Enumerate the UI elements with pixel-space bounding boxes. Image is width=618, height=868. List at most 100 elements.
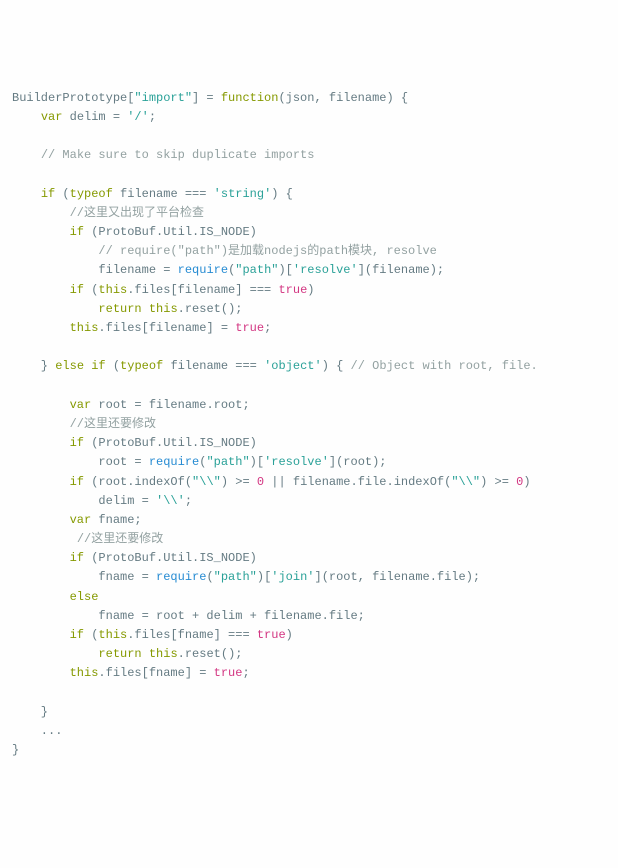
code-token: .files[fname] =: [98, 666, 213, 680]
code-token: ;: [242, 666, 249, 680]
code-token: [12, 283, 70, 297]
code-token: else: [70, 590, 99, 604]
code-token: [12, 302, 98, 316]
code-token: ;: [264, 321, 271, 335]
code-token: .files[filename] =: [98, 321, 235, 335]
code-token: [12, 666, 70, 680]
code-token: [12, 206, 70, 220]
code-token: ): [286, 628, 293, 642]
code-token: ](root, filename.file);: [315, 570, 481, 584]
code-token: //这里还要修改: [70, 417, 156, 431]
code-token: [12, 321, 70, 335]
code-token: if: [70, 225, 84, 239]
code-token: if: [70, 436, 84, 450]
code-token: ) >=: [221, 475, 257, 489]
code-token: [12, 417, 70, 431]
code-token: [12, 398, 70, 412]
code-token: ...: [12, 724, 62, 738]
code-token: "import": [134, 91, 192, 105]
code-token: 'resolve': [264, 455, 329, 469]
code-token: this: [149, 647, 178, 661]
code-token: if: [70, 628, 84, 642]
code-token: root = filename.root;: [91, 398, 249, 412]
code-token: [12, 436, 70, 450]
code-token: ;: [185, 494, 192, 508]
code-token: //这里还要修改: [77, 532, 163, 546]
code-token: (: [84, 628, 98, 642]
code-token: 'join': [271, 570, 314, 584]
code-token: require: [156, 570, 206, 584]
code-token: )[: [250, 455, 264, 469]
code-token: filename ===: [163, 359, 264, 373]
code-token: 0: [257, 475, 264, 489]
code-token: .files[fname] ===: [127, 628, 257, 642]
code-token: ) >=: [480, 475, 516, 489]
code-token: (: [55, 187, 69, 201]
code-token: true: [257, 628, 286, 642]
code-token: }: [12, 705, 48, 719]
code-token: ](root);: [329, 455, 387, 469]
code-token: [12, 244, 98, 258]
code-token: 'object': [264, 359, 322, 373]
code-token: ): [523, 475, 530, 489]
code-token: (ProtoBuf.Util.IS_NODE): [84, 225, 257, 239]
code-token: fname =: [12, 570, 156, 584]
code-token: "path": [214, 570, 257, 584]
code-token: filename =: [12, 263, 178, 277]
code-token: if: [70, 283, 84, 297]
code-token: root =: [12, 455, 149, 469]
code-token: function: [221, 91, 279, 105]
code-token: || filename.file.indexOf(: [264, 475, 451, 489]
code-token: (: [84, 283, 98, 297]
code-token: }: [12, 743, 19, 757]
code-token: [142, 647, 149, 661]
code-token: typeof: [70, 187, 113, 201]
code-token: this: [98, 628, 127, 642]
code-token: [12, 551, 70, 565]
code-token: 'resolve': [293, 263, 358, 277]
code-token: )[: [257, 570, 271, 584]
code-token: "\\": [192, 475, 221, 489]
code-token: "\\": [451, 475, 480, 489]
code-block: BuilderPrototype["import"] = function(js…: [12, 89, 606, 761]
code-token: fname = root + delim + filename.file;: [12, 609, 365, 623]
code-token: this: [98, 283, 127, 297]
code-token: [12, 475, 70, 489]
code-token: }: [12, 359, 55, 373]
code-token: if: [91, 359, 105, 373]
code-token: var: [70, 398, 92, 412]
code-token: require: [149, 455, 199, 469]
code-token: "path": [235, 263, 278, 277]
code-token: (: [206, 570, 213, 584]
code-token: this: [70, 666, 99, 680]
code-token: [12, 148, 41, 162]
code-token: ) {: [271, 187, 293, 201]
code-token: .files[filename] ===: [127, 283, 278, 297]
code-token: true: [235, 321, 264, 335]
code-token: //这里又出现了平台检查: [70, 206, 204, 220]
code-token: delim =: [12, 494, 156, 508]
code-token: if: [70, 475, 84, 489]
code-token: '/': [127, 110, 149, 124]
code-token: filename ===: [113, 187, 214, 201]
code-token: this: [70, 321, 99, 335]
code-token: fname;: [91, 513, 141, 527]
code-token: "path": [206, 455, 249, 469]
code-token: if: [41, 187, 55, 201]
code-token: typeof: [120, 359, 163, 373]
code-token: var: [70, 513, 92, 527]
code-token: require: [178, 263, 228, 277]
code-token: [12, 513, 70, 527]
code-token: ): [307, 283, 314, 297]
code-token: return: [98, 302, 141, 316]
code-token: // require("path")是加载nodejs的path模块, reso…: [98, 244, 436, 258]
code-token: var: [41, 110, 63, 124]
code-token: (ProtoBuf.Util.IS_NODE): [84, 436, 257, 450]
code-token: delim =: [62, 110, 127, 124]
code-token: .reset();: [178, 647, 243, 661]
code-token: [12, 628, 70, 642]
code-token: [12, 532, 77, 546]
code-token: [12, 110, 41, 124]
code-token: '\\': [156, 494, 185, 508]
code-token: else: [55, 359, 84, 373]
